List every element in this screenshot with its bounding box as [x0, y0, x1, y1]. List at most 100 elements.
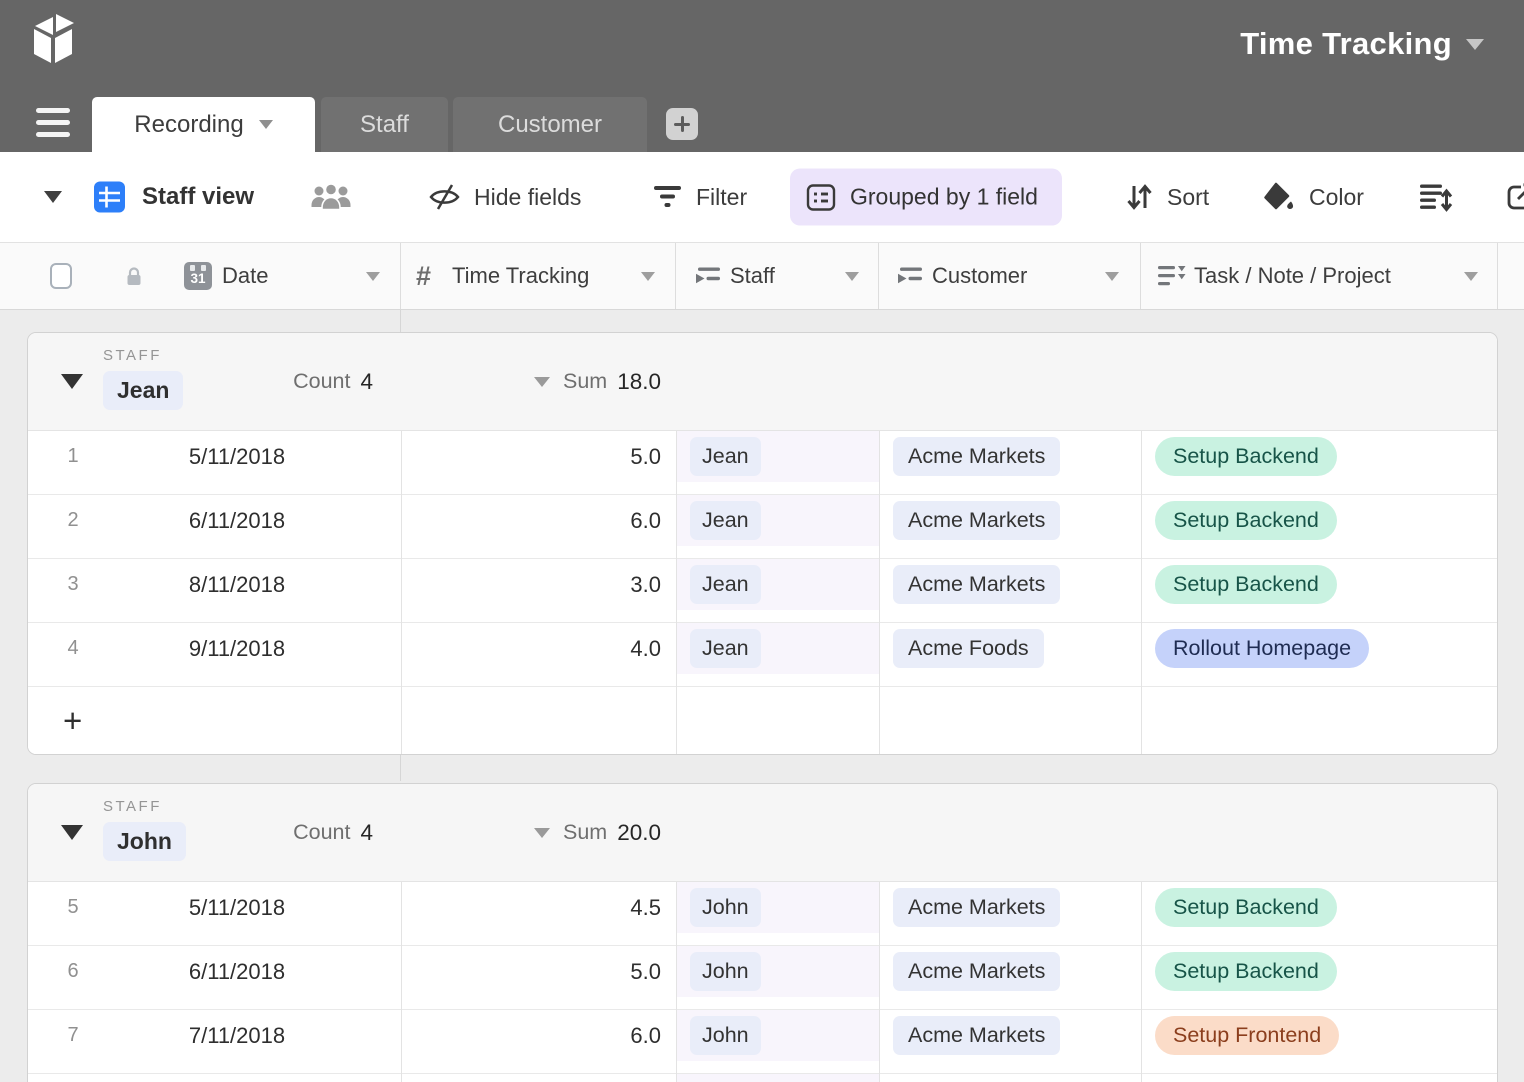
hours-cell[interactable]: 5.0 [401, 444, 676, 470]
group-count-summary[interactable]: Count 4 [28, 333, 373, 430]
task-cell[interactable]: Setup Backend [1141, 437, 1497, 476]
hide-fields-label: Hide fields [474, 184, 581, 211]
task-cell[interactable]: Rollout Homepage [1141, 629, 1497, 668]
customer-cell[interactable]: Acme Markets [879, 437, 1141, 476]
hours-cell[interactable]: 6.0 [401, 508, 676, 534]
date-cell[interactable]: 5/11/2018 [118, 895, 401, 921]
group-count-summary[interactable]: Count 4 [28, 784, 373, 881]
app-logo-icon[interactable] [28, 14, 78, 70]
filter-icon [652, 183, 683, 211]
group-header: STAFF Jean Count 4 Sum 18.0 [28, 333, 1497, 431]
date-cell[interactable]: 5/11/2018 [118, 444, 401, 470]
staff-pill: Jean [690, 501, 761, 540]
sum-label: Sum [563, 369, 607, 394]
lookup-icon [896, 243, 924, 309]
task-pill: Setup Backend [1155, 501, 1337, 540]
column-label: Date [222, 263, 268, 289]
staff-cell[interactable]: Jean [676, 431, 879, 482]
staff-cell[interactable]: Jean [676, 495, 879, 546]
tab-recording[interactable]: Recording [92, 97, 315, 152]
column-header-customer[interactable]: Customer [932, 243, 1027, 309]
column-header-task[interactable]: Task / Note / Project [1194, 243, 1391, 309]
hours-cell[interactable]: 3.0 [401, 572, 676, 598]
customer-cell[interactable]: Acme Markets [879, 565, 1141, 604]
column-menu-staff[interactable] [845, 243, 859, 309]
menu-icon[interactable] [36, 108, 70, 137]
row-height-icon[interactable] [1418, 181, 1453, 214]
column-header-time-tracking[interactable]: Time Tracking [452, 243, 589, 309]
column-divider[interactable] [878, 243, 879, 309]
hide-fields-button[interactable]: Hide fields [428, 181, 581, 213]
group-sum-summary[interactable]: Sum 18.0 [401, 333, 661, 430]
column-menu-time-tracking[interactable] [641, 243, 655, 309]
staff-cell[interactable]: Jean [676, 623, 879, 674]
task-cell[interactable]: Setup Backend [1141, 952, 1497, 991]
task-cell[interactable]: Setup Backend [1141, 501, 1497, 540]
staff-cell[interactable]: John [676, 1010, 879, 1061]
task-cell[interactable]: Setup Backend [1141, 565, 1497, 604]
column-divider[interactable] [1140, 243, 1141, 309]
table-row[interactable]: 5 5/11/2018 4.5 John Acme Markets Setup … [28, 882, 1497, 946]
sum-label: Sum [563, 820, 607, 845]
tab-label: Recording [134, 111, 243, 139]
share-view-icon[interactable] [1504, 181, 1524, 213]
date-cell[interactable]: 7/11/2018 [118, 1023, 401, 1049]
tab-customer[interactable]: Customer [453, 97, 647, 152]
customer-cell[interactable]: Acme Markets [879, 1016, 1141, 1055]
hours-cell[interactable]: 4.0 [401, 636, 676, 662]
group-rows: 1 5/11/2018 5.0 Jean Acme Markets Setup … [28, 431, 1497, 754]
base-title: Time Tracking [1240, 26, 1452, 62]
add-table-button[interactable] [666, 108, 698, 140]
table-row[interactable]: 7 7/11/2018 6.0 John Acme Markets Setup … [28, 1010, 1497, 1074]
column-header-date[interactable]: Date [222, 243, 268, 309]
select-all-checkbox[interactable] [50, 263, 72, 289]
filter-button[interactable]: Filter [652, 183, 747, 211]
table-row[interactable] [28, 1074, 1497, 1082]
column-divider[interactable] [400, 243, 401, 309]
tab-staff[interactable]: Staff [321, 97, 448, 152]
task-cell[interactable]: Setup Backend [1141, 888, 1497, 927]
date-cell[interactable]: 6/11/2018 [118, 959, 401, 985]
table-row[interactable]: 4 9/11/2018 4.0 Jean Acme Foods Rollout … [28, 623, 1497, 687]
customer-cell[interactable]: Acme Markets [879, 501, 1141, 540]
column-header-staff[interactable]: Staff [730, 243, 775, 309]
add-record-row[interactable]: + [28, 687, 1497, 754]
color-button[interactable]: Color [1262, 182, 1364, 212]
count-label: Count [293, 820, 350, 845]
staff-cell[interactable]: John [676, 946, 879, 997]
customer-pill: Acme Markets [893, 1016, 1060, 1055]
row-number: 4 [28, 637, 118, 660]
group-button[interactable]: Grouped by 1 field [790, 169, 1062, 226]
customer-cell[interactable]: Acme Foods [879, 629, 1141, 668]
customer-cell[interactable]: Acme Markets [879, 888, 1141, 927]
top-bar: Time Tracking Recording Staff Customer [0, 0, 1524, 152]
staff-cell[interactable]: Jean [676, 559, 879, 610]
column-menu-customer[interactable] [1105, 243, 1119, 309]
column-divider[interactable] [675, 243, 676, 309]
table-row[interactable]: 2 6/11/2018 6.0 Jean Acme Markets Setup … [28, 495, 1497, 559]
view-sidebar-toggle-icon[interactable] [44, 191, 62, 203]
date-cell[interactable]: 6/11/2018 [118, 508, 401, 534]
hours-cell[interactable]: 5.0 [401, 959, 676, 985]
column-menu-date[interactable] [366, 243, 380, 309]
staff-cell[interactable] [676, 1074, 879, 1082]
table-row[interactable]: 6 6/11/2018 5.0 John Acme Markets Setup … [28, 946, 1497, 1010]
staff-cell[interactable]: John [676, 882, 879, 933]
date-cell[interactable]: 9/11/2018 [118, 636, 401, 662]
view-name[interactable]: Staff view [142, 183, 254, 211]
plus-icon[interactable]: + [63, 704, 82, 737]
hours-cell[interactable]: 6.0 [401, 1023, 676, 1049]
table-row[interactable]: 1 5/11/2018 5.0 Jean Acme Markets Setup … [28, 431, 1497, 495]
task-pill: Setup Backend [1155, 565, 1337, 604]
sort-button[interactable]: Sort [1124, 181, 1209, 213]
base-name-menu[interactable]: Time Tracking [1240, 26, 1484, 62]
group-sum-summary[interactable]: Sum 20.0 [401, 784, 661, 881]
collaborators-icon[interactable] [310, 181, 352, 213]
column-menu-task[interactable] [1464, 243, 1478, 309]
table-row[interactable]: 3 8/11/2018 3.0 Jean Acme Markets Setup … [28, 559, 1497, 623]
hours-cell[interactable]: 4.5 [401, 895, 676, 921]
task-cell[interactable]: Setup Frontend [1141, 1016, 1497, 1055]
customer-cell[interactable]: Acme Markets [879, 952, 1141, 991]
date-cell[interactable]: 8/11/2018 [118, 572, 401, 598]
count-value: 4 [360, 369, 373, 395]
